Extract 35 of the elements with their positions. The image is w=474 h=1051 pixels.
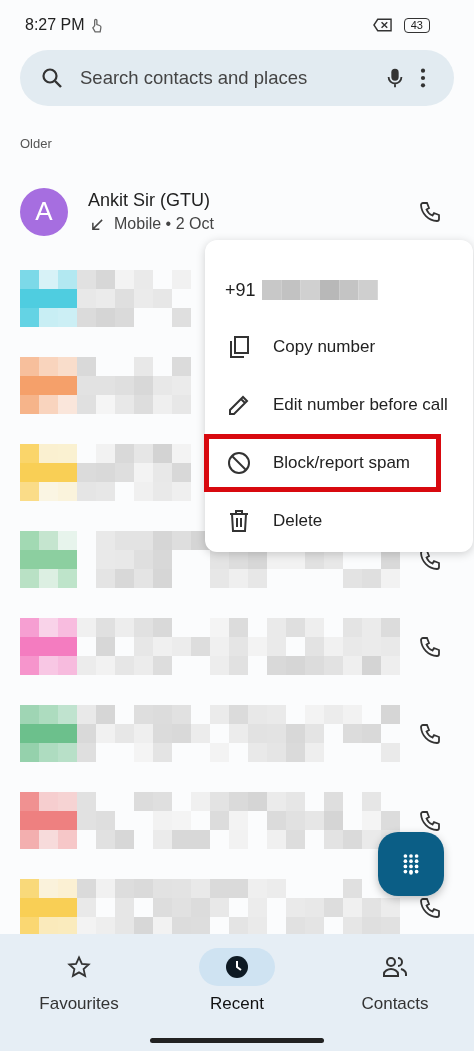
nav-tab[interactable]: Contacts — [316, 948, 474, 1020]
people-icon — [382, 955, 408, 979]
phone-icon[interactable] — [418, 634, 442, 659]
battery-saver-icon — [372, 18, 392, 32]
star-icon — [67, 955, 91, 979]
dialpad-button[interactable] — [378, 832, 444, 896]
search-bar[interactable]: Search contacts and places — [20, 50, 454, 106]
block-icon — [227, 451, 251, 475]
section-header: Older — [20, 136, 53, 153]
phone-icon[interactable] — [418, 199, 442, 224]
search-icon — [40, 66, 64, 90]
hand-icon — [90, 17, 102, 33]
menu-item[interactable]: Delete — [205, 492, 473, 550]
call-detail: Mobile • 2 Oct — [114, 215, 214, 233]
status-time: 8:27 PM — [25, 16, 85, 34]
phone-number: +91 — [225, 279, 256, 301]
dialpad-icon — [403, 853, 419, 875]
menu-item[interactable]: Block/report spam — [204, 434, 441, 492]
trash-icon — [227, 509, 251, 533]
phone-icon[interactable] — [418, 895, 442, 920]
nav-tab[interactable]: Favourites — [0, 948, 158, 1020]
search-field[interactable]: Search contacts and places — [78, 66, 370, 90]
phone-icon[interactable] — [418, 721, 442, 746]
incoming-call-icon — [91, 217, 104, 231]
phone-icon[interactable] — [418, 808, 442, 833]
pencil-icon — [227, 393, 251, 417]
avatar: A — [20, 187, 68, 236]
more-options-icon[interactable] — [420, 67, 426, 89]
contact-name: Ankit Sir (GTU) — [88, 190, 211, 211]
battery-icon: 43 — [403, 17, 430, 33]
copy-icon — [227, 335, 251, 359]
menu-item[interactable]: Copy number — [205, 318, 473, 376]
clock-icon — [225, 955, 249, 979]
nav-tab[interactable]: Recent — [158, 948, 316, 1020]
menu-item[interactable]: Edit number before call — [205, 376, 473, 434]
